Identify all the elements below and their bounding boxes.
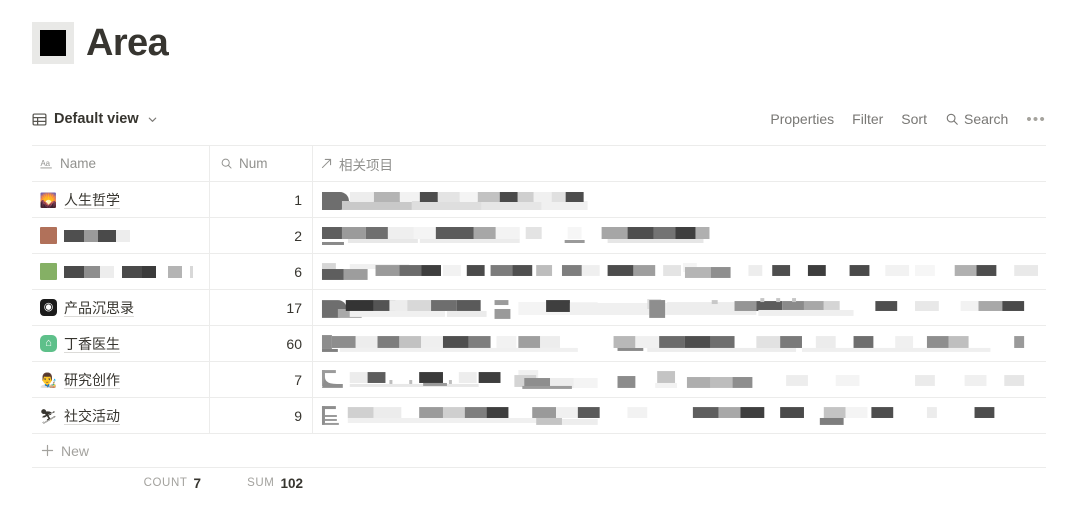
row-name-label: 社交活动 [64,407,120,424]
row-relation-cell[interactable] [313,362,1046,397]
svg-text:Aa: Aa [40,158,50,167]
row-icon: ◉ [40,299,57,316]
sum-value: 102 [280,475,303,491]
sum-label: SUM [247,477,275,489]
view-name-label: Default view [54,111,139,127]
column-header-name-label: Name [60,156,97,171]
row-num-cell[interactable]: 9 [210,398,313,433]
text-type-icon: Aa [40,157,54,171]
row-num-value: 17 [286,299,302,316]
count-aggregate[interactable]: COUNT 7 [32,476,210,491]
row-name-cell[interactable] [32,218,210,253]
row-num-cell[interactable]: 6 [210,254,313,289]
view-tools: Properties Filter Sort Search ••• [770,111,1046,128]
row-name-cell[interactable]: ⛷ 社交活动 [32,398,210,433]
row-num-value: 6 [294,263,302,280]
table-row[interactable]: 🌄 人生哲学 1 [32,182,1046,218]
search-label: Search [963,111,1009,127]
row-name-label [64,229,144,243]
row-relation-cell[interactable] [313,290,1046,325]
redacted-relation-content [320,333,1039,355]
rollup-icon [220,157,233,170]
row-relation-cell[interactable] [313,398,1046,433]
row-num-value: 9 [294,407,302,424]
row-icon: 👨‍🎨 [40,371,57,388]
plus-icon [41,444,54,457]
row-num-cell[interactable]: 2 [210,218,313,253]
row-num-cell[interactable]: 17 [210,290,313,325]
row-num-cell[interactable]: 1 [210,182,313,217]
row-relation-cell[interactable] [313,182,1046,217]
filter-label: Filter [852,111,884,127]
row-name-label [64,265,194,279]
notion-database-page: Area Default view Properties Filter Sort… [0,0,1080,513]
sort-label: Sort [901,111,927,127]
row-name-cell[interactable]: 👨‍🎨 研究创作 [32,362,210,397]
search-icon [945,112,959,126]
row-icon [40,263,57,280]
row-relation-cell[interactable] [313,326,1046,361]
row-name-cell[interactable]: 🌄 人生哲学 [32,182,210,217]
table-row[interactable]: ⛷ 社交活动 9 [32,398,1046,434]
row-name-label: 人生哲学 [64,191,120,208]
row-name-cell[interactable]: ⌂ 丁香医生 [32,326,210,361]
redacted-relation-content [320,189,1039,211]
more-options-button[interactable]: ••• [1026,111,1046,128]
redacted-relation-content [320,225,1039,247]
row-name-label: 产品沉思录 [64,299,134,316]
view-selector[interactable]: Default view [32,111,158,127]
row-num-value: 60 [286,335,302,352]
row-num-value: 7 [294,371,302,388]
row-name-label: 研究创作 [64,371,120,388]
row-num-value: 1 [294,191,302,208]
table-aggregate-row: COUNT 7 SUM 102 [32,470,1046,496]
redacted-relation-content [320,297,1039,319]
new-row-button[interactable]: New [32,434,1046,468]
row-relation-cell[interactable] [313,218,1046,253]
row-num-cell[interactable]: 60 [210,326,313,361]
count-value: 7 [193,475,201,491]
table-row[interactable]: 2 [32,218,1046,254]
properties-button[interactable]: Properties [770,111,834,127]
column-header-num-label: Num [239,156,268,171]
column-header-name[interactable]: Aa Name [32,146,210,181]
row-name-label: 丁香医生 [64,335,120,352]
sum-aggregate[interactable]: SUM 102 [210,476,313,491]
row-icon: 🌄 [40,191,57,208]
filter-button[interactable]: Filter [852,111,883,127]
row-relation-cell[interactable] [313,254,1046,289]
table-row[interactable]: ⌂ 丁香医生 60 [32,326,1046,362]
new-row-label: New [61,442,90,459]
table-header-row: Aa Name Num 相关项目 [32,146,1046,182]
redacted-relation-content [320,261,1039,283]
database-table: Aa Name Num 相关项目 🌄 人生哲学 1 2 6 ◉ 产品沉思录 17… [32,145,1046,468]
black-square-icon-inner [40,30,66,56]
chevron-down-icon[interactable] [147,114,158,125]
column-header-relation[interactable]: 相关项目 [313,146,1046,181]
row-name-cell[interactable] [32,254,210,289]
row-num-cell[interactable]: 7 [210,362,313,397]
row-num-value: 2 [294,227,302,244]
row-name-cell[interactable]: ◉ 产品沉思录 [32,290,210,325]
view-toolbar: Default view Properties Filter Sort Sear… [32,104,1046,134]
black-square-icon[interactable] [32,22,74,64]
column-header-num[interactable]: Num [210,146,313,181]
search-button[interactable]: Search [945,111,1008,127]
page-title[interactable]: Area [86,24,169,62]
properties-label: Properties [770,111,835,127]
sort-button[interactable]: Sort [901,111,927,127]
table-row[interactable]: ◉ 产品沉思录 17 [32,290,1046,326]
row-icon: ⌂ [40,335,57,352]
row-icon [40,227,57,244]
count-label: COUNT [143,477,188,489]
row-icon: ⛷ [40,407,57,424]
page-title-row: Area [32,22,169,64]
table-icon [32,112,47,127]
table-row[interactable]: 6 [32,254,1046,290]
table-row[interactable]: 👨‍🎨 研究创作 7 [32,362,1046,398]
redacted-relation-content [320,405,1039,427]
relation-icon [320,157,333,170]
redacted-relation-content [320,369,1039,391]
column-header-relation-label: 相关项目 [339,157,393,173]
